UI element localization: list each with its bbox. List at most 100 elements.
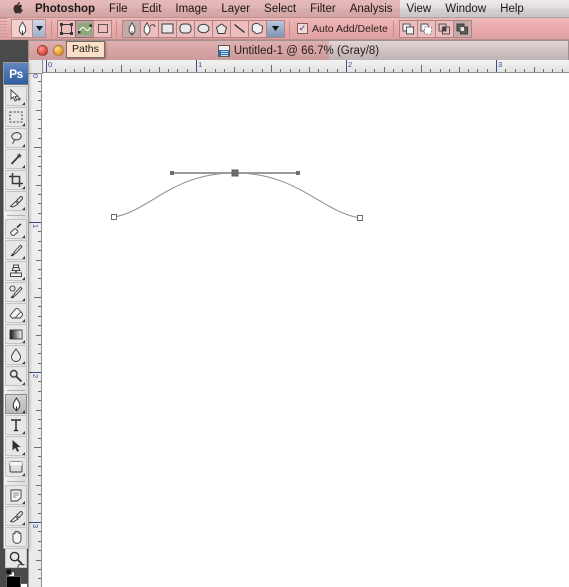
menu-photoshop[interactable]: Photoshop [28, 0, 102, 18]
ruler-tick [252, 69, 254, 72]
ruler-tick [38, 540, 41, 542]
rounded-rectangle-tool-button[interactable] [176, 19, 195, 38]
eraser-tool-button[interactable] [5, 303, 27, 323]
menu-layer[interactable]: Layer [214, 0, 257, 18]
flyout-triangle-icon [22, 410, 25, 413]
shape-options-dropdown-arrow-icon[interactable] [266, 19, 285, 38]
hand-tool-button[interactable] [5, 527, 27, 547]
rectangle-shape-tool-button[interactable] [5, 457, 27, 477]
rectangular-marquee-tool-button[interactable] [5, 107, 27, 127]
middle-anchor-point [231, 169, 239, 177]
options-bar-grip[interactable] [0, 17, 7, 40]
tool-preset-dropdown-arrow-icon[interactable] [32, 20, 45, 37]
menu-image[interactable]: Image [168, 0, 214, 18]
toolbox-divider-3 [7, 481, 25, 482]
horizontal-type-tool-button[interactable] [5, 415, 27, 435]
ruler-tick [38, 81, 41, 83]
shape-layers-button[interactable] [57, 19, 76, 38]
canvas-area[interactable] [43, 74, 569, 587]
exclude-overlapping-path-areas-button[interactable] [452, 19, 472, 38]
path-selection-tool-button[interactable] [5, 436, 27, 456]
start-anchor-point [111, 214, 117, 220]
ruler-tick [477, 69, 479, 72]
ruler-label: 1 [31, 224, 40, 229]
healing-brush-tool-button[interactable] [5, 219, 27, 239]
pen-tool-button[interactable] [122, 19, 141, 38]
horizontal-ruler[interactable]: 0 1 2 3 [29, 60, 569, 73]
flyout-triangle-icon [22, 102, 25, 105]
blur-tool-button[interactable] [5, 345, 27, 365]
eyedropper-tool-button[interactable] [5, 191, 27, 211]
ruler-tick [38, 278, 41, 280]
clone-stamp-tool-button[interactable] [5, 261, 27, 281]
ruler-tick [336, 69, 338, 72]
toolbox-header[interactable]: Ps [4, 63, 28, 85]
close-button[interactable] [37, 45, 48, 56]
toolbox-divider-1 [7, 215, 25, 216]
menu-window[interactable]: Window [438, 0, 493, 18]
subtract-from-path-area-button[interactable] [416, 19, 436, 38]
pen-tool-button-toolbox[interactable] [5, 394, 27, 414]
polygon-tool-button[interactable] [212, 19, 231, 38]
color-swatches [4, 563, 28, 587]
vertical-ruler[interactable]: 0 1 2 3 [29, 60, 42, 587]
auto-add-delete-group[interactable]: ✓ Auto Add/Delete [297, 18, 388, 40]
ruler-tick [158, 67, 160, 72]
tool-preset-picker[interactable] [11, 19, 46, 38]
ellipse-tool-button[interactable] [194, 19, 213, 38]
add-to-path-area-button[interactable] [398, 19, 418, 38]
toolbox-group-vector [4, 393, 28, 479]
flyout-triangle-icon [22, 501, 25, 504]
menu-edit[interactable]: Edit [135, 0, 169, 18]
fill-pixels-button[interactable] [93, 19, 112, 38]
menu-select[interactable]: Select [257, 0, 303, 18]
gradient-tool-button[interactable] [5, 324, 27, 344]
ruler-tick [38, 231, 41, 233]
document-title-bar[interactable]: Untitled-1 @ 66.7% (Gray/8) [28, 40, 569, 60]
dodge-tool-button[interactable] [5, 366, 27, 386]
swap-colors-icon[interactable] [16, 563, 26, 575]
menu-view[interactable]: View [400, 0, 439, 18]
freeform-pen-tool-button[interactable] [140, 19, 159, 38]
auto-add-delete-checkbox[interactable]: ✓ [297, 23, 308, 34]
ruler-tick [355, 69, 357, 72]
notes-tool-button[interactable] [5, 485, 27, 505]
ruler-tick [38, 306, 41, 308]
document-thumbnail-icon [217, 44, 230, 57]
custom-shape-tool-button[interactable] [248, 19, 267, 38]
history-brush-tool-button[interactable] [5, 282, 27, 302]
ruler-tick [38, 240, 41, 242]
eyedropper-sample-tool-button[interactable] [5, 506, 27, 526]
menu-help[interactable]: Help [493, 0, 531, 18]
menu-analysis[interactable]: Analysis [343, 0, 400, 18]
paths-button[interactable] [75, 19, 94, 38]
bezier-curve [113, 172, 361, 219]
foreground-color-swatch[interactable] [6, 576, 21, 587]
ruler-tick [214, 69, 216, 72]
ruler-tick [36, 259, 41, 261]
move-tool-button[interactable] [5, 86, 27, 106]
ruler-tick [38, 315, 41, 317]
ruler-tick [224, 69, 226, 72]
default-colors-icon[interactable] [5, 565, 15, 578]
ruler-tick [36, 559, 41, 561]
flyout-triangle-icon [22, 186, 25, 189]
apple-logo-icon[interactable] [8, 2, 28, 15]
ruler-tick [496, 60, 497, 72]
crop-tool-button[interactable] [5, 170, 27, 190]
magic-wand-tool-button[interactable] [5, 149, 27, 169]
intersect-path-areas-button[interactable] [434, 19, 454, 38]
ruler-tick [55, 69, 57, 72]
ruler-tick [38, 578, 41, 580]
lasso-tool-button[interactable] [5, 128, 27, 148]
rectangle-tool-button[interactable] [158, 19, 177, 38]
menu-file[interactable]: File [102, 0, 135, 18]
minimize-button[interactable] [53, 45, 64, 56]
ruler-tick [64, 69, 66, 72]
ruler-corner[interactable] [29, 60, 43, 74]
toolbox-group-selection [4, 85, 28, 213]
menu-filter[interactable]: Filter [303, 0, 343, 18]
line-tool-button[interactable] [230, 19, 249, 38]
ruler-tick [38, 212, 41, 214]
brush-tool-button[interactable] [5, 240, 27, 260]
